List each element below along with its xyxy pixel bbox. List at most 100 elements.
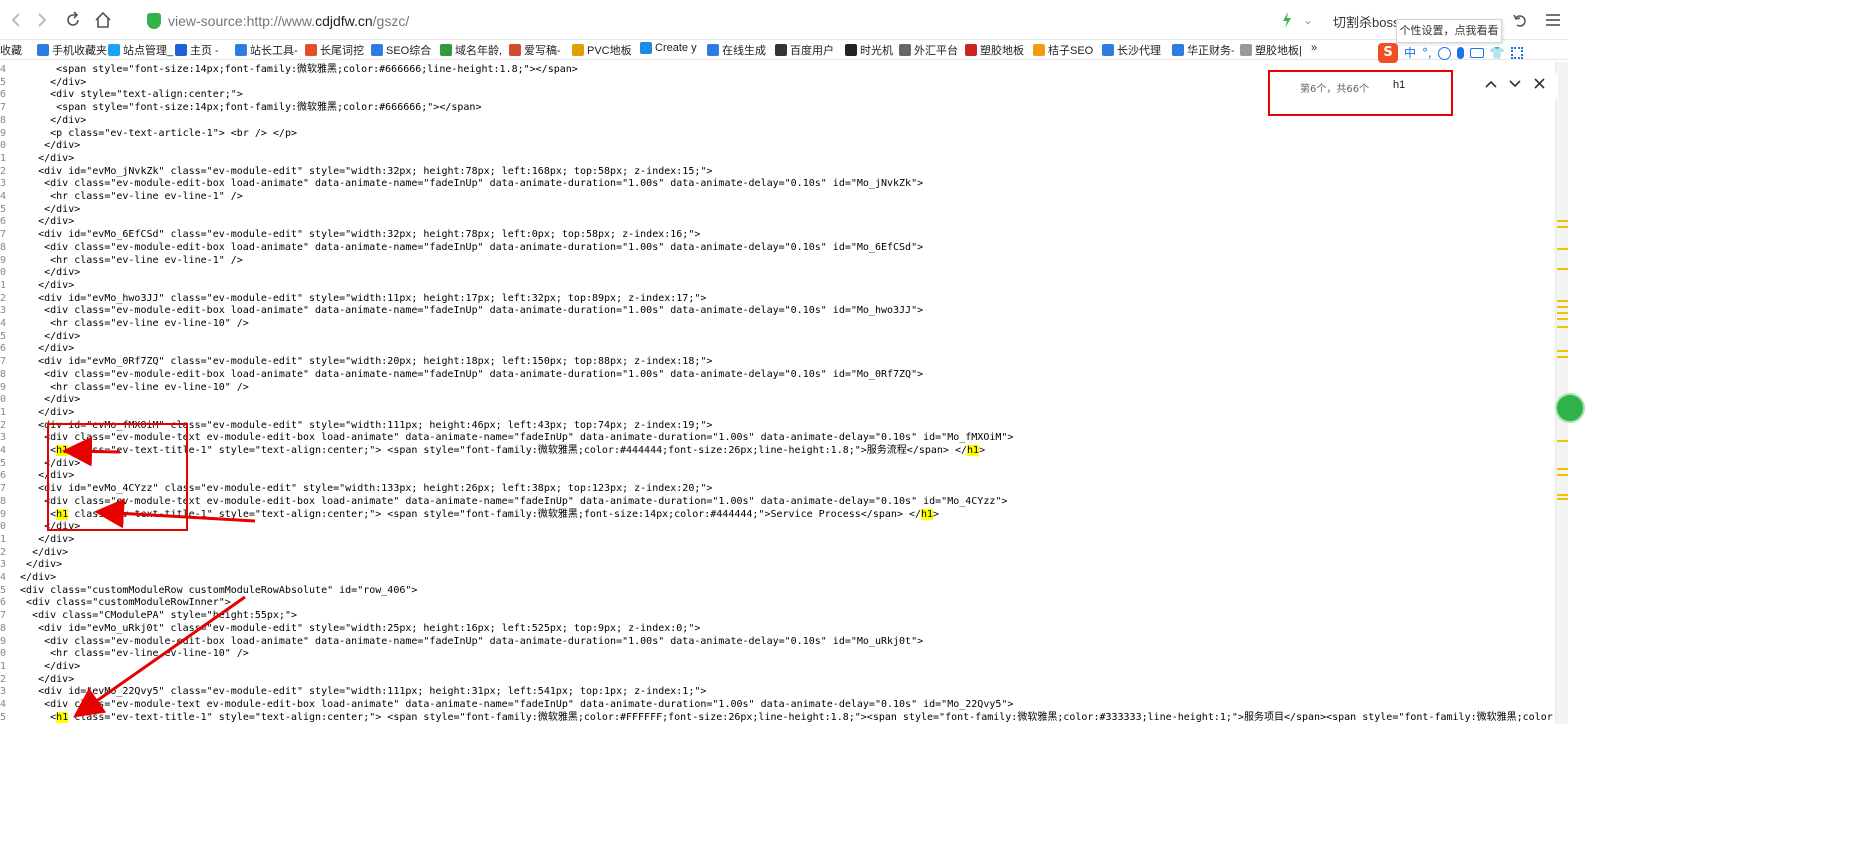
line-number: 0 — [0, 267, 7, 279]
punctuation-icon[interactable]: °, — [1422, 43, 1432, 63]
bookmark-item[interactable]: 长沙代理 — [1102, 42, 1161, 58]
code-text: <div class="ev-module-edit-box load-anim… — [8, 305, 924, 317]
code-line: 4 <div class="ev-module-text ev-module-e… — [0, 699, 1013, 712]
home-icon — [95, 11, 111, 28]
code-line: 0 </div> — [0, 267, 80, 280]
line-number: 6 — [0, 343, 7, 355]
home-button[interactable] — [91, 8, 115, 32]
bookmark-item[interactable]: 塑胶地板 — [965, 42, 1024, 58]
line-number: 0 — [0, 394, 7, 406]
bookmark-item[interactable]: 华正财务- — [1172, 42, 1235, 58]
bookmarks-more-icon[interactable]: » — [1311, 42, 1317, 54]
bookmark-item[interactable]: 百度用户 — [775, 42, 834, 58]
scroll-match-marker — [1557, 350, 1568, 352]
scroll-match-marker — [1557, 474, 1568, 476]
bookmark-item[interactable]: 在线生成 — [707, 42, 766, 58]
url-text[interactable]: view-source:http://www.cdjdfw.cn/gszc/ — [168, 13, 409, 29]
find-match-highlight: h1 — [56, 711, 69, 723]
bookmark-item[interactable]: 收藏 — [0, 42, 22, 58]
bookmark-item[interactable]: 时光机 — [845, 42, 893, 58]
code-text: <hr class="ev-line ev-line-10" /> — [8, 648, 249, 660]
line-number: 3 — [0, 559, 7, 571]
find-input[interactable] — [1393, 79, 1453, 91]
sogou-s-icon[interactable]: S — [1378, 43, 1398, 63]
menu-button[interactable] — [1541, 8, 1565, 32]
emoji-icon[interactable] — [1437, 47, 1451, 60]
code-text: <div id="evMo_uRkj0t" class="ev-module-e… — [8, 622, 701, 634]
scroll-match-marker — [1557, 268, 1568, 270]
code-line: 1 </div> — [0, 661, 80, 674]
code-line: 5 <h1 class="ev-text-title-1" style="tex… — [0, 711, 1555, 724]
extension-icons: S 中 °, 👕 — [1378, 43, 1523, 63]
bookmark-item[interactable]: 塑胶地板| — [1240, 42, 1302, 58]
shirt-icon[interactable]: 👕 — [1490, 43, 1505, 63]
bookmark-item[interactable]: Create y — [640, 42, 697, 54]
bookmark-item[interactable]: 桔子SEO — [1033, 42, 1093, 58]
line-number: 5 — [0, 76, 7, 88]
bookmark-item[interactable]: 长尾词挖 — [305, 42, 364, 58]
find-next-button[interactable] — [1507, 77, 1523, 93]
line-number: 0 — [0, 648, 7, 660]
line-number: 5 — [0, 711, 7, 723]
code-line: 1 </div> — [0, 534, 74, 547]
code-line: 9 <div class="ev-module-edit-box load-an… — [0, 636, 923, 649]
chevron-down-icon[interactable]: ⌄ — [1296, 8, 1320, 32]
bookmark-item[interactable]: 域名年龄, — [440, 42, 502, 58]
address-bar[interactable]: view-source:http://www.cdjdfw.cn/gszc/ — [140, 6, 1315, 34]
settings-tooltip: 个性设置，点我看看 — [1396, 19, 1502, 43]
bookmark-item[interactable]: 外汇平台 — [899, 42, 958, 58]
scroll-match-marker — [1557, 318, 1568, 320]
line-number: 5 — [0, 457, 7, 469]
grid-icon[interactable] — [1510, 47, 1523, 59]
line-number: 4 — [0, 191, 7, 202]
source-code-view[interactable]: 4 <span style="font-size:14px;font-famil… — [0, 62, 1555, 724]
code-text: </div> — [8, 267, 81, 279]
code-text: </div> — [8, 216, 75, 228]
find-prev-button[interactable] — [1483, 77, 1499, 93]
keyboard-icon[interactable] — [1469, 48, 1484, 58]
chinese-input-icon[interactable]: 中 — [1404, 43, 1416, 63]
scroll-match-marker — [1557, 226, 1568, 228]
code-line: 9 <p class="ev-text-article-1"> <br /> <… — [0, 128, 297, 141]
bookmark-item[interactable]: SEO综合 — [371, 42, 431, 58]
scroll-match-marker — [1557, 312, 1568, 314]
line-number: 8 — [0, 368, 7, 380]
find-close-button[interactable] — [1531, 77, 1547, 93]
lightning-icon[interactable] — [1282, 12, 1292, 28]
code-text: <hr class="ev-line ev-line-10" /> — [8, 318, 249, 329]
promo-text[interactable]: 切割杀boss — [1333, 12, 1399, 31]
line-number: 3 — [0, 305, 7, 317]
url-prefix: view-source:http://www. — [168, 13, 316, 29]
code-text: class="ev-text-title-1" style="text-alig… — [68, 445, 968, 456]
find-match-highlight: h1 — [921, 508, 934, 520]
bookmark-item[interactable]: 主页 - — [175, 42, 219, 58]
code-line: 9 <hr class="ev-line ev-line-10" /> — [0, 382, 249, 395]
bookmark-label: 桔子SEO — [1048, 45, 1094, 57]
microphone-icon[interactable] — [1456, 47, 1464, 59]
bookmark-item[interactable]: PVC地板 — [572, 42, 632, 58]
code-text: <div id="evMo_hwo3JJ" class="ev-module-e… — [8, 292, 707, 304]
bookmark-item[interactable]: 爱写稿- — [509, 42, 561, 58]
bookmark-label: 长尾词挖 — [320, 45, 364, 57]
chevron-right-icon — [38, 13, 47, 27]
line-number: 3 — [0, 178, 7, 190]
bookmark-favicon-icon — [899, 44, 911, 56]
line-number: 7 — [0, 102, 7, 114]
code-line: 3 <div class="ev-module-edit-box load-an… — [0, 178, 923, 191]
line-number: 4 — [0, 445, 7, 456]
code-text: </div> — [8, 279, 75, 291]
floating-badge[interactable] — [1555, 393, 1585, 423]
bookmark-item[interactable]: 站点管理_ — [108, 42, 173, 58]
undo-button[interactable] — [1508, 8, 1532, 32]
back-button[interactable] — [4, 8, 28, 32]
code-line: 0 </div> — [0, 140, 80, 153]
bookmark-item[interactable]: 站长工具- — [235, 42, 298, 58]
reload-button[interactable] — [61, 8, 85, 32]
bookmark-item[interactable]: 手机收藏夹 — [37, 42, 107, 58]
code-line: 1 </div> — [0, 280, 74, 293]
code-text: </div> — [8, 546, 69, 558]
chevron-down-icon — [1509, 80, 1521, 88]
forward-button[interactable] — [30, 8, 54, 32]
bookmark-label: 外汇平台 — [914, 45, 958, 57]
scroll-match-marker — [1557, 300, 1568, 302]
